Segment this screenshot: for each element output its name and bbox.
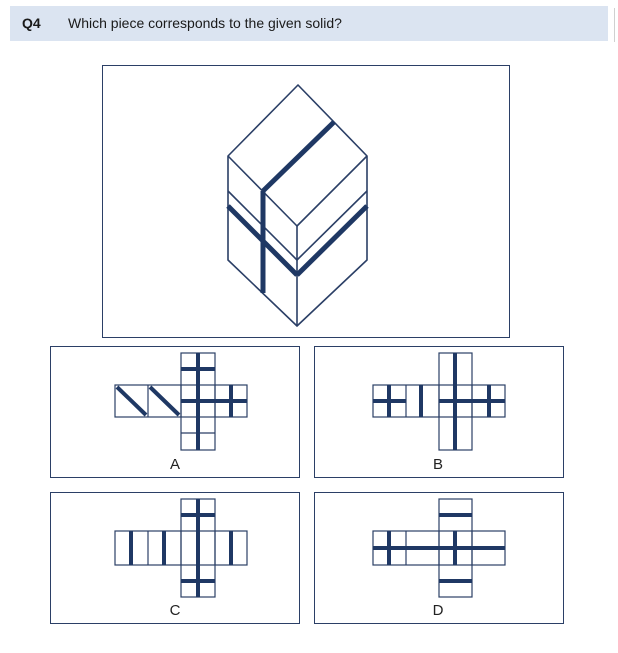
divider	[614, 8, 615, 42]
solid-drawing	[226, 84, 369, 327]
solid-figure	[102, 65, 510, 338]
option-b-label: B	[432, 456, 443, 473]
option-d-label: D	[432, 602, 444, 619]
question-header: Q4 Which piece corresponds to the given …	[10, 6, 608, 41]
option-a-label: A	[169, 456, 180, 473]
question-number: Q4	[22, 15, 41, 31]
question-text: Which piece corresponds to the given sol…	[68, 15, 342, 31]
option-c-label: C	[169, 602, 181, 619]
